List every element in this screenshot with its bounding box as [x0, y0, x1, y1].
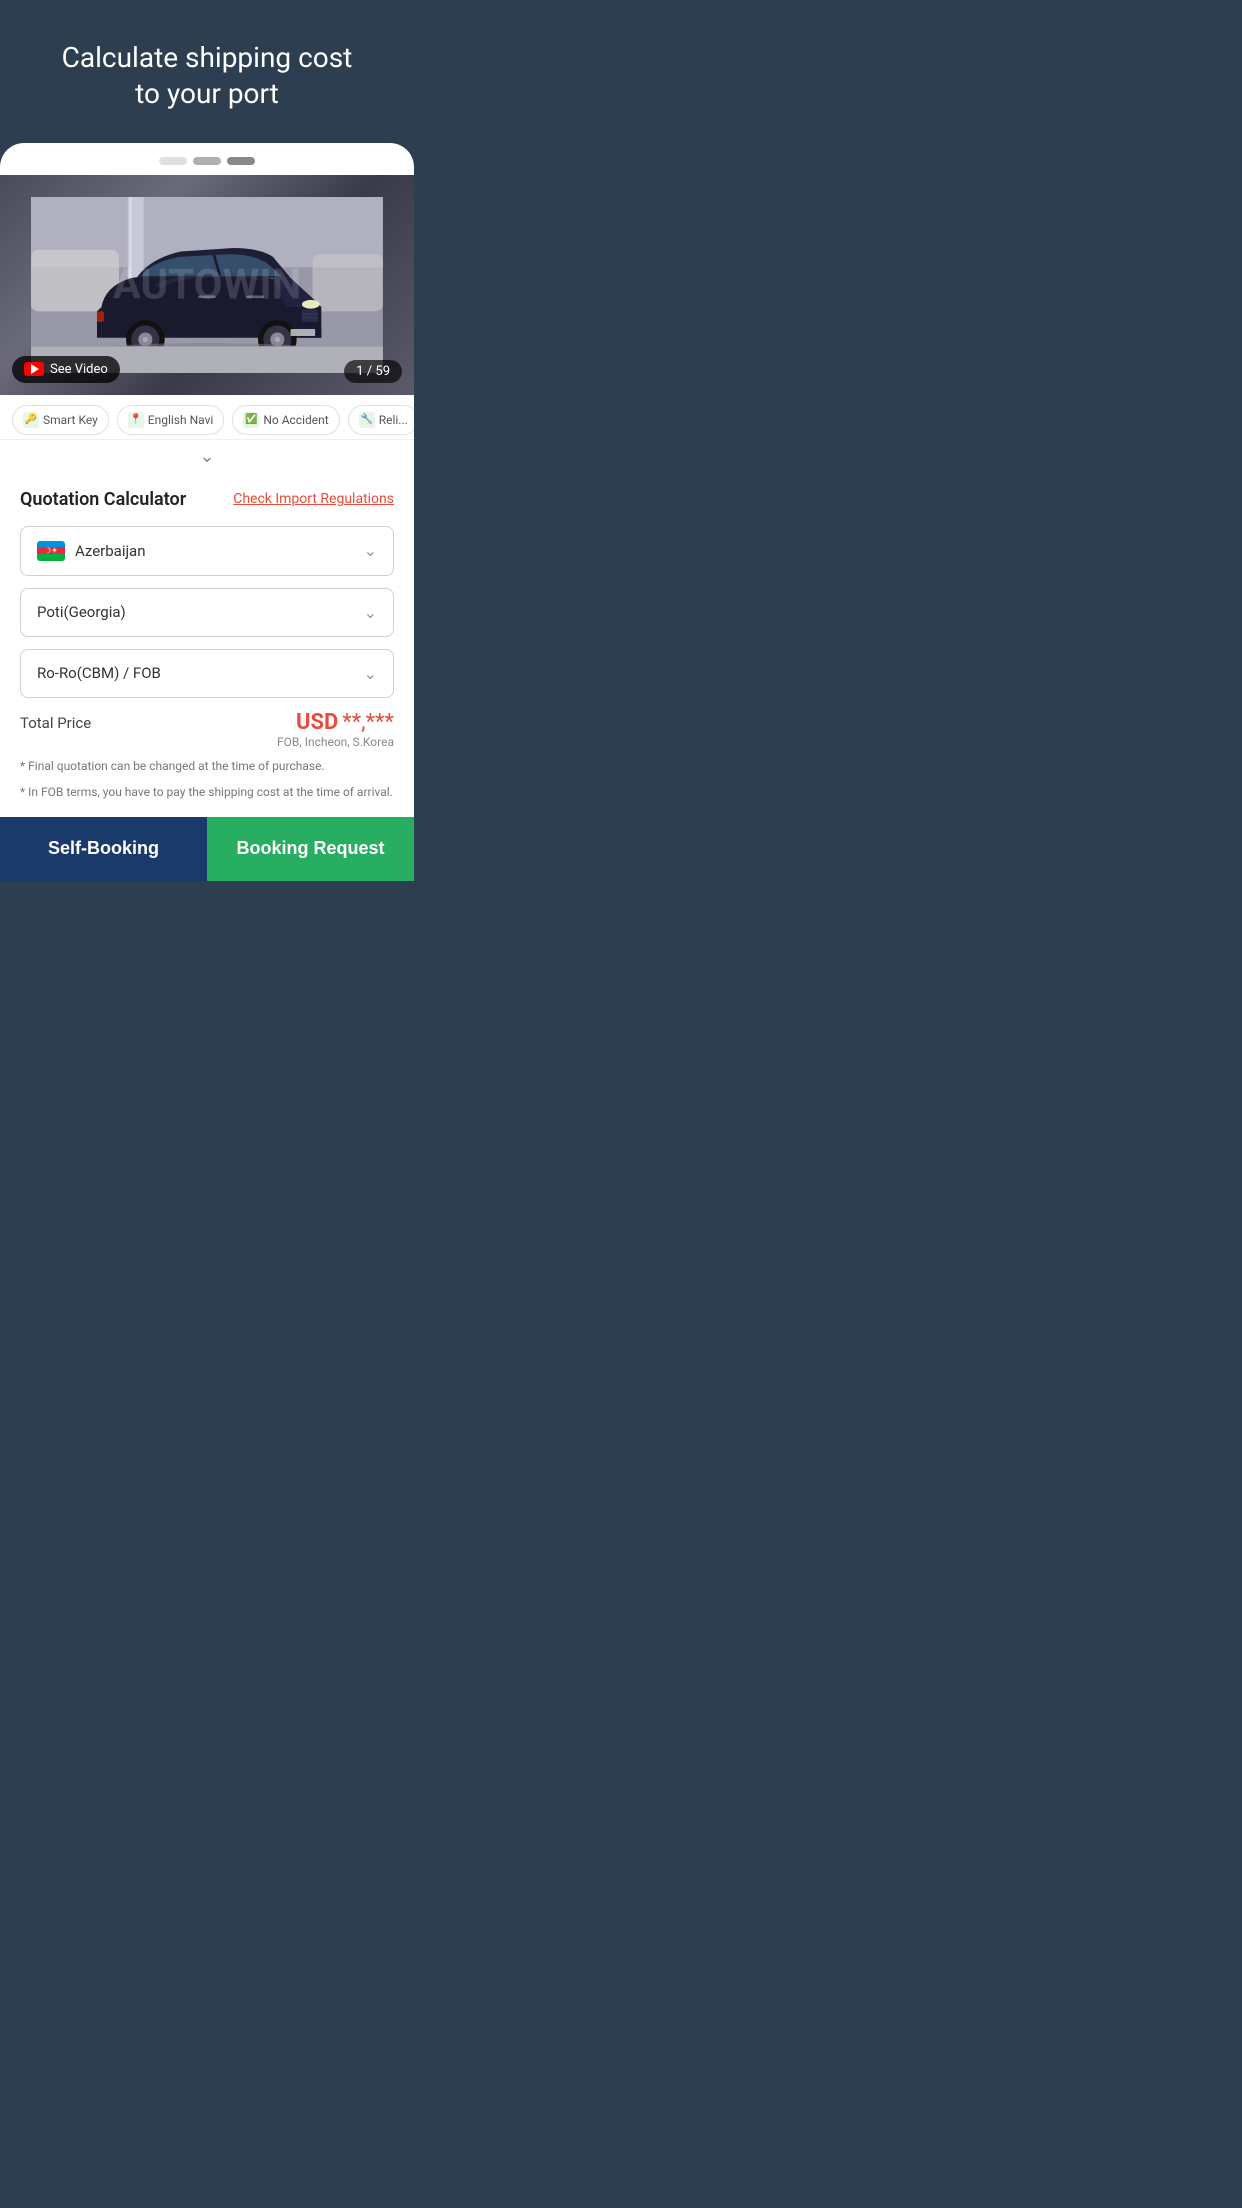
smart-key-icon: 🔑 — [23, 412, 39, 428]
no-accident-label: No Accident — [263, 413, 328, 427]
country-value: Azerbaijan — [75, 542, 146, 560]
footnote-2: * In FOB terms, you have to pay the ship… — [20, 783, 394, 801]
no-accident-icon: ✅ — [243, 412, 259, 428]
english-navi-icon: 📍 — [128, 412, 144, 428]
feature-reli: 🔧 Reli... — [348, 405, 414, 435]
expand-arrow[interactable]: ⌄ — [0, 440, 414, 473]
image-counter: 1 / 59 — [344, 360, 402, 383]
smart-key-label: Smart Key — [43, 413, 98, 427]
page-title: Calculate shipping cost to your port — [42, 40, 373, 113]
country-dropdown-left: ☽✦ Azerbaijan — [37, 541, 146, 561]
car-image-container: AUTOWIN See Video 1 / 59 — [0, 175, 414, 395]
crescent-star: ☽✦ — [44, 547, 58, 555]
country-dropdown[interactable]: ☽✦ Azerbaijan ⌄ — [20, 526, 394, 576]
see-video-label: See Video — [50, 362, 108, 377]
shipping-dropdown[interactable]: Ro-Ro(CBM) / FOB ⌄ — [20, 649, 394, 698]
port-chevron-icon: ⌄ — [364, 603, 377, 622]
youtube-icon — [24, 362, 44, 376]
dot-1 — [159, 157, 187, 165]
booking-request-button[interactable]: Booking Request — [207, 817, 414, 881]
azerbaijan-flag: ☽✦ — [37, 541, 65, 561]
total-price-label: Total Price — [20, 714, 91, 732]
main-card: AUTOWIN See Video 1 / 59 🔑 Smart Key 📍 E… — [0, 143, 414, 881]
pagination — [0, 143, 414, 175]
reli-label: Reli... — [379, 413, 408, 427]
chevron-down-icon: ⌄ — [199, 446, 214, 467]
port-dropdown-left: Poti(Georgia) — [37, 603, 126, 621]
shipping-dropdown-left: Ro-Ro(CBM) / FOB — [37, 664, 161, 682]
price-right: USD **,*** FOB, Incheon, S.Korea — [277, 710, 394, 749]
feature-smart-key: 🔑 Smart Key — [12, 405, 109, 435]
quotation-header: Quotation Calculator Check Import Regula… — [20, 489, 394, 510]
port-dropdown[interactable]: Poti(Georgia) ⌄ — [20, 588, 394, 637]
feature-english-navi: 📍 English Navi — [117, 405, 225, 435]
bottom-buttons: Self-Booking Booking Request — [0, 817, 414, 881]
price-location: FOB, Incheon, S.Korea — [277, 735, 394, 749]
car-svg — [31, 197, 383, 373]
shipping-value: Ro-Ro(CBM) / FOB — [37, 664, 161, 682]
english-navi-label: English Navi — [148, 413, 214, 427]
dot-2 — [193, 157, 221, 165]
price-usd: USD — [296, 710, 338, 735]
dot-3 — [227, 157, 255, 165]
port-value: Poti(Georgia) — [37, 603, 126, 621]
see-video-button[interactable]: See Video — [12, 356, 120, 383]
play-triangle — [31, 364, 39, 374]
quotation-section: Quotation Calculator Check Import Regula… — [0, 473, 414, 817]
features-row: 🔑 Smart Key 📍 English Navi ✅ No Accident… — [0, 395, 414, 440]
quotation-title: Quotation Calculator — [20, 489, 186, 510]
footnote-1: * Final quotation can be changed at the … — [20, 757, 394, 775]
reli-icon: 🔧 — [359, 412, 375, 428]
price-masked: **,*** — [342, 710, 394, 735]
total-price-row: Total Price USD **,*** FOB, Incheon, S.K… — [20, 710, 394, 749]
country-chevron-icon: ⌄ — [364, 541, 377, 560]
import-regulations-link[interactable]: Check Import Regulations — [233, 491, 394, 507]
feature-no-accident: ✅ No Accident — [232, 405, 339, 435]
price-main-row: USD **,*** — [277, 710, 394, 735]
self-booking-button[interactable]: Self-Booking — [0, 817, 207, 881]
shipping-chevron-icon: ⌄ — [364, 664, 377, 683]
